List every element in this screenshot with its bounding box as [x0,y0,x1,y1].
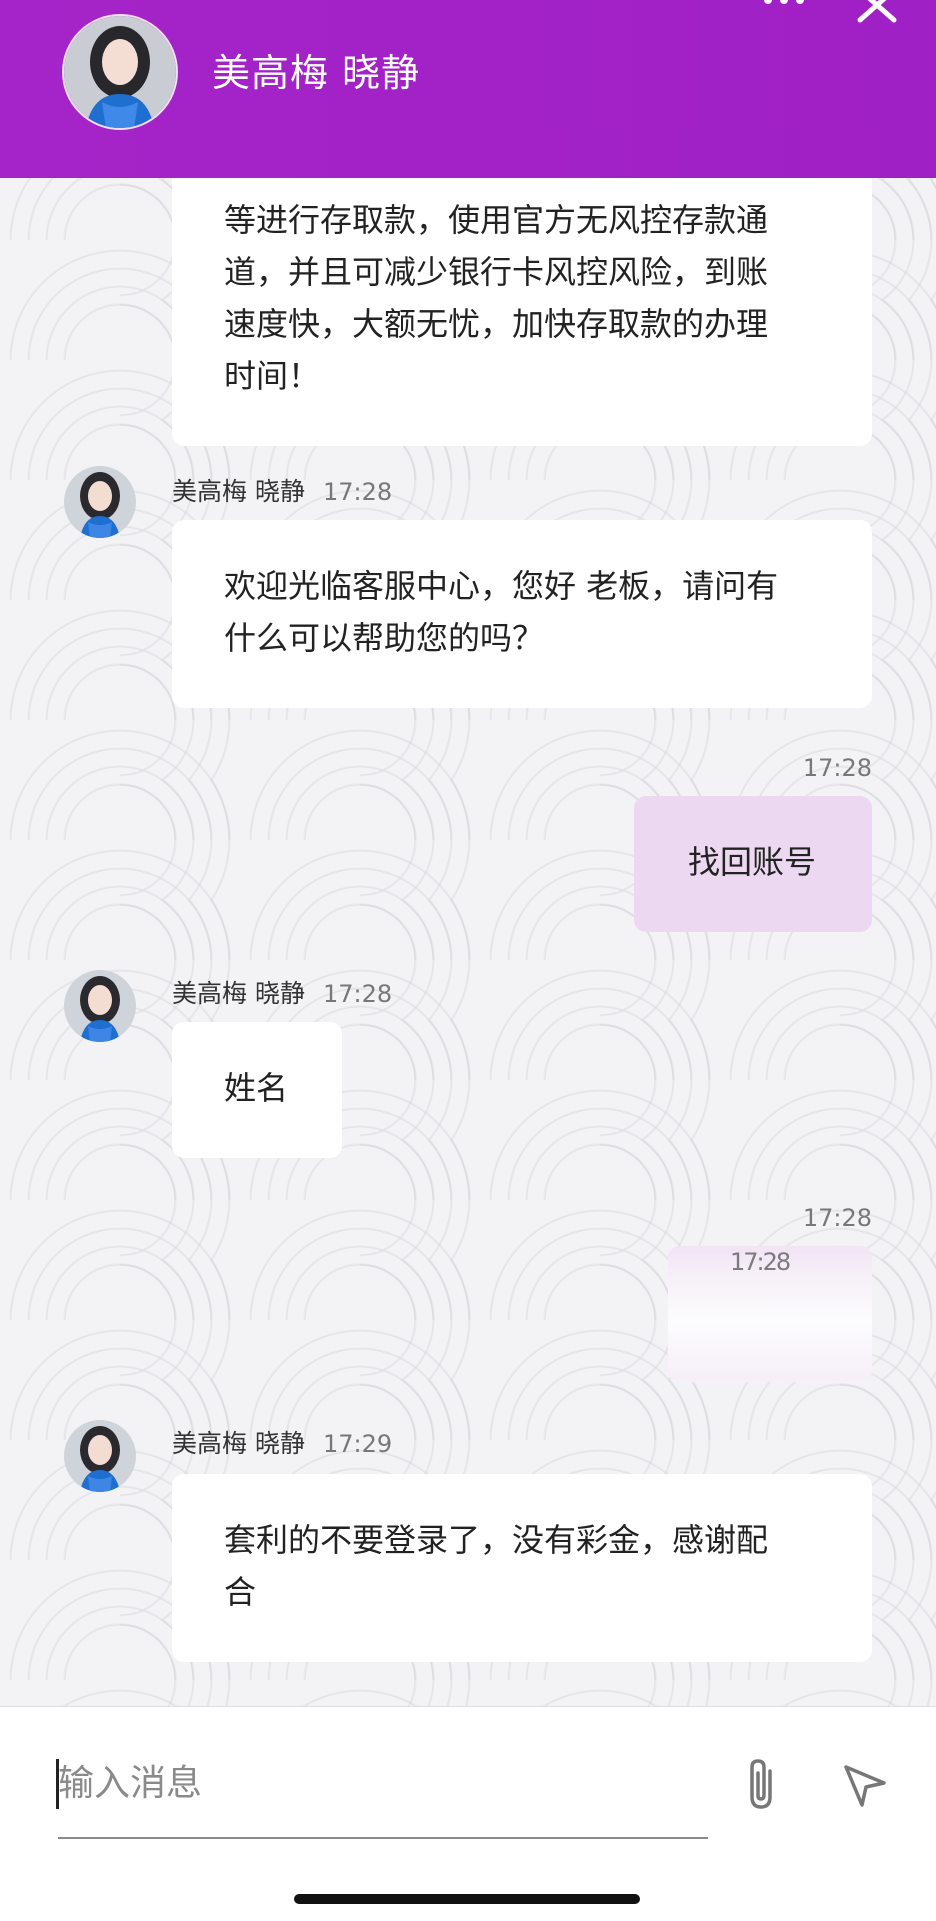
message-time: 17:29 [322,1430,393,1458]
sender-name: 美高梅 晓静 [172,979,305,1008]
text-caret [56,1759,59,1809]
message-bubble: 欢迎光临客服中心，您好 老板，请问有 什么可以帮助您的吗？ [172,520,872,708]
message-line: 找回账号 [688,843,817,881]
message-line: 套利的不要登录了，没有彩金，感谢配 [224,1521,769,1559]
chat-header: 美高梅 晓静 [0,0,936,178]
message-line: 17:28 [730,1248,791,1276]
message-line: 速度快，大额无忧，加快存取款的办理 [224,305,769,343]
message-time: 17:28 [322,980,393,1008]
sender-name: 美高梅 晓静 [172,477,305,506]
home-indicator [294,1894,640,1904]
message-line: 欢迎光临客服中心，您好 老板，请问有 [224,567,779,605]
message-line: 什么可以帮助您的吗？ [224,619,545,657]
header-title: 美高梅 晓静 [212,51,421,95]
message-line: 道，并且可减少银行卡风控风险，到账 [224,253,769,291]
sender-name: 美高梅 晓静 [172,1429,305,1458]
message-bubble: 等进行存取款，使用官方无风控存款通 道，并且可减少银行卡风控风险，到账 速度快，… [172,160,872,446]
header-avatar[interactable] [62,14,178,130]
message-line: 合 [224,1573,257,1611]
agent-avatar[interactable] [64,466,136,538]
message-time: 17:28 [802,754,872,782]
message-line: 等进行存取款，使用官方无风控存款通 [224,201,769,239]
message-line: 姓名 [224,1069,289,1107]
self-message-bubble: 17:28 [668,1246,872,1382]
message-time: 17:28 [322,478,393,506]
message-sender: 美高梅 晓静 17:29 [172,1424,392,1460]
message-line: 时间！ [224,357,321,395]
message-time: 17:28 [802,1204,872,1232]
message-input[interactable] [58,1729,708,1839]
message-input-bar [0,1706,936,1921]
agent-avatar[interactable] [64,970,136,1042]
close-icon[interactable] [852,0,902,26]
send-icon[interactable] [842,1763,888,1809]
message-bubble: 姓名 [172,1022,342,1158]
message-sender: 美高梅 晓静 17:28 [172,974,392,1010]
message-sender: 美高梅 晓静 17:28 [172,472,392,508]
paperclip-icon[interactable] [740,1757,782,1813]
self-message-bubble: 找回账号 [634,796,872,932]
chat-area[interactable]: 等进行存取款，使用官方无风控存款通 道，并且可减少银行卡风控风险，到账 速度快，… [0,0,936,1706]
message-bubble: 套利的不要登录了，没有彩金，感谢配 合 [172,1474,872,1662]
agent-avatar[interactable] [64,1420,136,1492]
more-dots-icon[interactable] [760,0,808,12]
